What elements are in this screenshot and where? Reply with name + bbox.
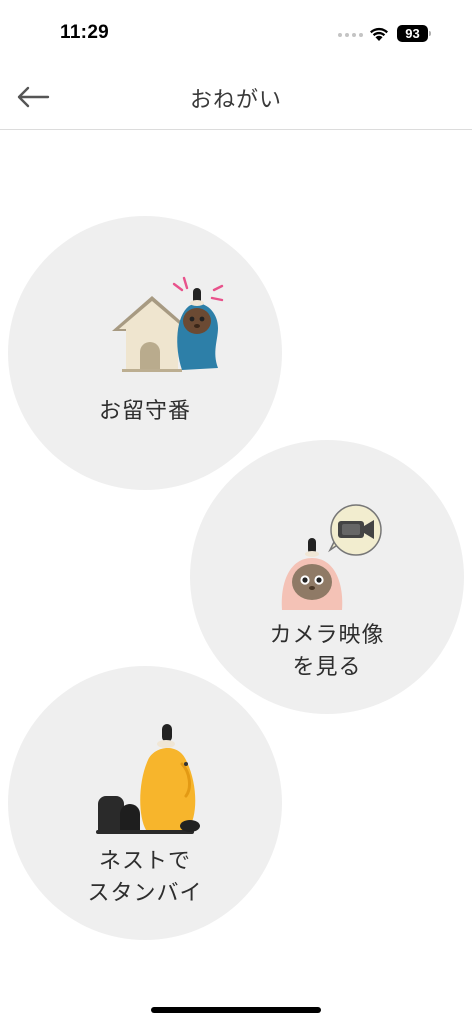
stay-home-label: お留守番 [98, 399, 191, 424]
camera-view-button[interactable]: カメラ映像 を見る [190, 440, 464, 714]
camera-view-label: カメラ映像 を見る [269, 623, 385, 680]
nest-standby-label: ネストで スタンバイ [87, 849, 203, 906]
status-bar: 11:29 93 [0, 0, 472, 66]
wifi-icon [370, 27, 388, 41]
robot-camera-icon [281, 504, 382, 610]
page-title: おねがい [189, 88, 282, 113]
stay-home-button[interactable]: お留守番 [8, 216, 282, 490]
battery-tip [429, 31, 431, 36]
status-time: 11:29 [60, 22, 110, 43]
battery-icon: 93 [397, 25, 428, 42]
nav-bar: おねがい [0, 66, 472, 130]
nest-standby-button[interactable]: ネストで スタンバイ [8, 666, 282, 940]
home-indicator[interactable] [151, 1007, 321, 1013]
signal-dots-icon [338, 33, 363, 37]
robot-nest-icon [96, 724, 200, 834]
house-robot-icon [112, 276, 224, 372]
